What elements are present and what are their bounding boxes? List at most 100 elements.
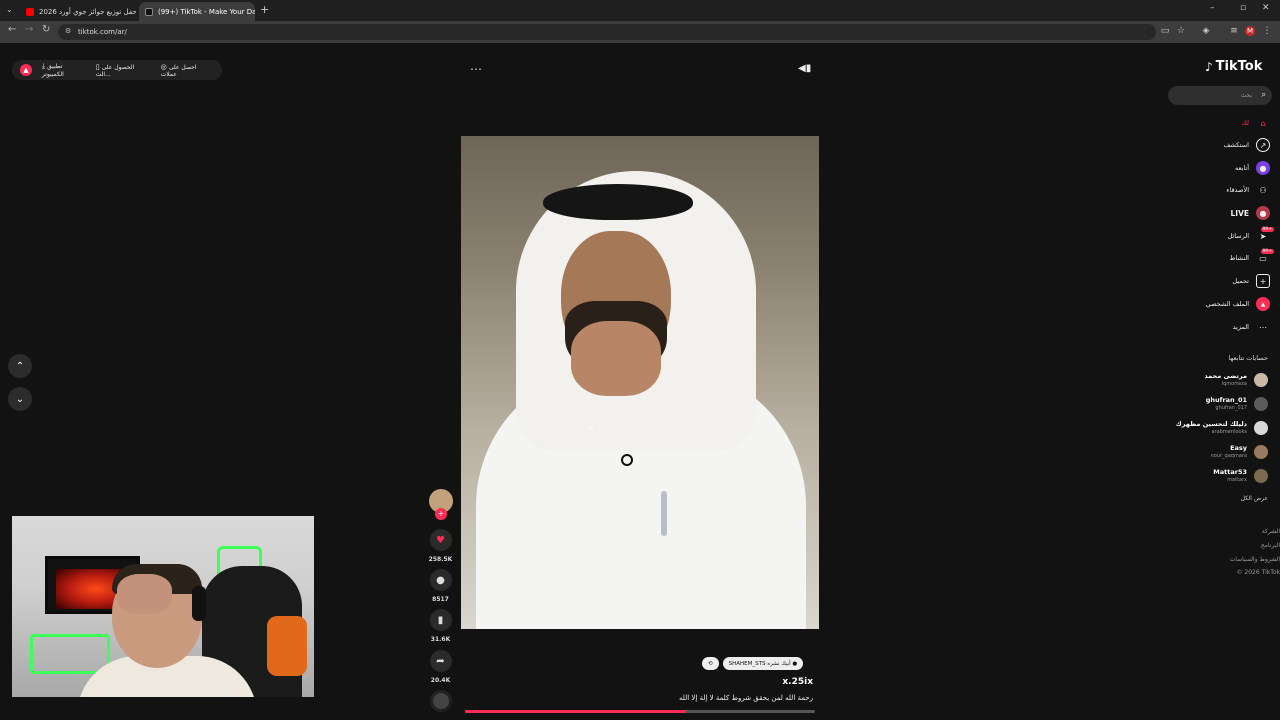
- live-icon: ●: [1256, 206, 1270, 220]
- tiktok-favicon-icon: [145, 7, 153, 16]
- search-input[interactable]: بحث ⌕: [1168, 86, 1272, 105]
- video-author-handle[interactable]: x.25ix: [700, 677, 813, 687]
- previous-video-button[interactable]: ⌃: [8, 354, 32, 378]
- close-window-button[interactable]: ✕: [1262, 3, 1270, 13]
- upload-icon: +: [1256, 274, 1270, 288]
- next-video-button[interactable]: ⌄: [8, 387, 32, 411]
- chevron-up-icon: ⌃: [15, 360, 25, 372]
- webcam-overlay: [12, 516, 314, 697]
- new-tab-button[interactable]: +: [260, 3, 269, 16]
- nav-upload[interactable]: تحميل +: [1232, 272, 1270, 290]
- video-progress-bar[interactable]: [465, 710, 815, 713]
- video-player[interactable]: ☝: [461, 136, 819, 629]
- browser-tab-bar: ⌄ حفل توزيع جوائز جوي أورد 2026 ✕ (99+) …: [0, 0, 1280, 21]
- nav-for-you[interactable]: لك ⌂: [1242, 114, 1270, 132]
- pen: [661, 491, 667, 536]
- minimize-button[interactable]: –: [1210, 3, 1215, 13]
- home-icon: ⌂: [1260, 118, 1266, 128]
- tiktok-logo[interactable]: ♪ TikTok: [1205, 59, 1262, 74]
- search-icon[interactable]: ⌕: [1262, 90, 1266, 100]
- nav-explore[interactable]: استكشف ↗: [1224, 136, 1270, 154]
- media-icon[interactable]: ≡: [1229, 26, 1239, 36]
- following-accounts-title: حسابات تتابعها: [1228, 354, 1268, 362]
- video-more-options-icon[interactable]: ⋯: [470, 62, 482, 76]
- avatar: [1254, 397, 1268, 411]
- cast-icon[interactable]: ▭: [1160, 26, 1170, 36]
- like-count: 258.5K: [428, 556, 453, 563]
- follow-plus-icon[interactable]: +: [435, 508, 447, 520]
- nav-messages[interactable]: الرسائل ➤ 99+: [1227, 227, 1274, 245]
- video-description: رحمة الله لمن يحقق شروط كلمة لا إلة إلا …: [679, 694, 813, 702]
- get-app-button[interactable]: ▯ الحصول على الت...: [96, 63, 151, 78]
- volume-icon[interactable]: ◀▮: [798, 63, 811, 74]
- led-shelf: [30, 634, 110, 674]
- youtube-favicon-icon: [26, 7, 34, 16]
- lapel-mic: [621, 454, 633, 466]
- headset: [192, 586, 206, 621]
- reload-icon[interactable]: ↻: [42, 24, 50, 35]
- footer-program-link[interactable]: البرنامج: [1200, 542, 1280, 549]
- following-account[interactable]: مرتضى محمد lqmorteza: [1140, 371, 1268, 391]
- activity-icon: ▭ 99+: [1259, 249, 1274, 263]
- heart-icon: ♥: [429, 529, 452, 551]
- forward-icon[interactable]: →: [25, 24, 33, 35]
- repost-icon[interactable]: ⟲: [702, 657, 719, 670]
- messages-icon: ➤ 99+: [1259, 227, 1274, 241]
- tab-search-icon[interactable]: ⌄: [6, 5, 13, 14]
- following-account[interactable]: ghufran_01 ghufran_017: [1140, 395, 1268, 415]
- following-account[interactable]: دليلك لتحسين مظهرك arabmenlooks: [1140, 419, 1268, 439]
- nav-live[interactable]: LIVE ●: [1231, 204, 1270, 222]
- see-all-link[interactable]: عرض الكل: [1180, 495, 1268, 502]
- browser-tab-awards[interactable]: حفل توزيع جوائز جوي أورد 2026 ✕: [20, 2, 136, 21]
- tiktok-note-icon: ♪: [1205, 59, 1213, 74]
- browser-menu-icon[interactable]: ⋮: [1262, 26, 1272, 36]
- share-icon: ➦: [429, 650, 452, 672]
- chair-accent: [267, 616, 307, 676]
- avatar: [1254, 373, 1268, 387]
- get-coins-button[interactable]: ◎ احصل على عملات: [161, 63, 214, 78]
- footer-company-link[interactable]: الشركة: [1200, 528, 1280, 535]
- following-account[interactable]: Mattar53 mattarx: [1140, 467, 1268, 487]
- footer-terms-link[interactable]: الشروط والسياسات: [1200, 556, 1280, 563]
- avatar: [1254, 421, 1268, 435]
- video-subject-agal: [543, 184, 693, 220]
- extensions-icon[interactable]: ◈: [1201, 26, 1211, 36]
- comment-icon: ●: [429, 569, 452, 591]
- share-button[interactable]: ➦ 20.4K: [428, 650, 453, 684]
- repost-tag[interactable]: SHAHEM_STS أنيك نشره ●: [722, 657, 804, 670]
- video-tag-row: ⟲ SHAHEM_STS أنيك نشره ●: [702, 657, 804, 670]
- desktop-app-button[interactable]: ⤓ تطبيق الكمبيوتر: [42, 62, 86, 78]
- back-icon[interactable]: ←: [8, 24, 16, 35]
- nav-following[interactable]: أتابعه ●: [1235, 159, 1270, 177]
- bookmark-star-icon[interactable]: ☆: [1176, 26, 1186, 36]
- warning-icon[interactable]: ▲: [20, 64, 32, 76]
- friends-icon: ⚇: [1259, 185, 1267, 195]
- chevron-down-icon: ⌄: [15, 393, 25, 405]
- nav-more[interactable]: المزيد ⋯: [1233, 318, 1270, 336]
- address-bar[interactable]: ⚙ tiktok.com/ar/: [58, 24, 1156, 40]
- following-icon: ●: [1256, 161, 1270, 175]
- compass-icon: ↗: [1256, 138, 1270, 152]
- nav-activity[interactable]: النشاط ▭ 99+: [1229, 249, 1274, 267]
- tab-title: (99+) TikTok - Make Your Day: [158, 7, 255, 16]
- nav-profile[interactable]: الملف الشخصي ▲: [1206, 295, 1270, 313]
- music-disc-icon[interactable]: [430, 690, 452, 712]
- share-count: 20.4K: [430, 677, 451, 684]
- like-button[interactable]: ♥ 258.5K: [428, 529, 453, 563]
- video-subject-hand: [571, 321, 661, 396]
- site-info-icon[interactable]: ⚙: [65, 27, 71, 35]
- mouse-cursor-icon: ☝: [587, 423, 594, 436]
- save-button[interactable]: ▮ 31.6K: [428, 609, 453, 643]
- top-action-bar: ▲ ⤓ تطبيق الكمبيوتر ▯ الحصول على الت... …: [12, 60, 222, 80]
- following-account[interactable]: Easy nour_qaqmara: [1140, 443, 1268, 463]
- comment-count: 8517: [432, 596, 449, 603]
- maximize-button[interactable]: ▫: [1240, 3, 1246, 13]
- tab-title: حفل توزيع جوائز جوي أورد 2026: [39, 7, 136, 16]
- save-count: 31.6K: [430, 636, 451, 643]
- profile-icon: ▲: [1256, 297, 1270, 311]
- profile-avatar-icon[interactable]: M: [1245, 26, 1255, 36]
- browser-tab-tiktok[interactable]: (99+) TikTok - Make Your Day ✕: [139, 2, 255, 21]
- avatar: [1254, 469, 1268, 483]
- nav-friends[interactable]: الأصدقاء ⚇: [1226, 181, 1270, 199]
- comment-button[interactable]: ● 8517: [428, 569, 453, 603]
